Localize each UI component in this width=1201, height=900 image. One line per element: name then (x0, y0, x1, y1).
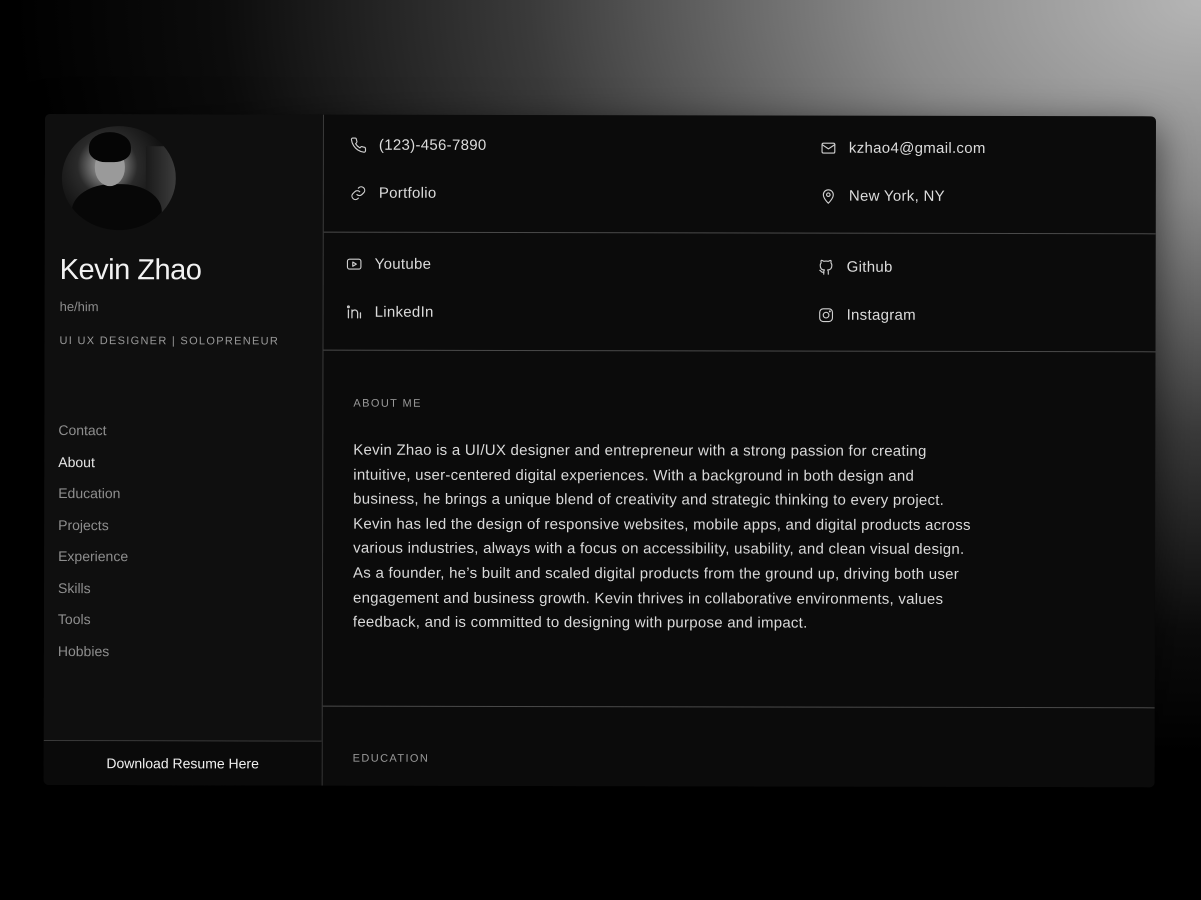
phone-text: (123)-456-7890 (378, 136, 487, 154)
phone-item[interactable]: (123)-456-7890 (350, 137, 487, 154)
portfolio-link[interactable]: Portfolio (350, 185, 437, 202)
sidebar-nav: Contact About Education Projects Experie… (58, 421, 129, 673)
contact-row: (123)-456-7890 kzhao4@gmail.com Portfoli… (323, 114, 1156, 235)
nav-item-education[interactable]: Education (58, 484, 128, 516)
profile-pronouns: he/him (59, 299, 99, 315)
portfolio-text: Portfolio (378, 184, 437, 202)
nav-item-projects[interactable]: Projects (58, 516, 128, 548)
instagram-icon (818, 307, 847, 324)
profile-title: UI UX DESIGNER | SOLOPRENEUR (59, 335, 280, 348)
location-item: New York, NY (820, 188, 945, 205)
download-resume-button[interactable]: Download Resume Here (43, 739, 322, 786)
main-content: (123)-456-7890 kzhao4@gmail.com Portfoli… (322, 114, 1156, 788)
nav-item-hobbies[interactable]: Hobbies (58, 642, 128, 674)
avatar (61, 126, 176, 231)
nav-item-about[interactable]: About (58, 453, 128, 485)
instagram-text: Instagram (846, 306, 917, 324)
about-body: Kevin Zhao is a UI/UX designer and entre… (352, 441, 971, 632)
education-heading: EDUCATION (352, 752, 430, 765)
nav-item-tools[interactable]: Tools (58, 610, 128, 642)
about-heading: ABOUT ME (353, 397, 422, 410)
about-section: ABOUT ME Kevin Zhao is a UI/UX designer … (322, 350, 1156, 709)
location-text: New York, NY (848, 187, 946, 205)
mail-icon (820, 140, 849, 157)
resume-card: Kevin Zhao he/him UI UX DESIGNER | SOLOP… (43, 114, 1156, 788)
linkedin-link[interactable]: LinkedIn (346, 304, 434, 321)
location-pin-icon (820, 188, 849, 205)
sidebar: Kevin Zhao he/him UI UX DESIGNER | SOLOP… (43, 114, 324, 786)
phone-icon (350, 137, 379, 154)
link-icon (350, 185, 379, 202)
nav-item-skills[interactable]: Skills (58, 579, 128, 611)
education-section: EDUCATION (323, 707, 1155, 788)
github-icon (818, 259, 847, 276)
youtube-text: Youtube (374, 255, 432, 273)
email-text: kzhao4@gmail.com (848, 139, 986, 157)
nav-item-experience[interactable]: Experience (58, 547, 128, 579)
email-item[interactable]: kzhao4@gmail.com (820, 140, 986, 157)
youtube-icon (346, 256, 375, 273)
linkedin-text: LinkedIn (374, 303, 434, 321)
nav-item-contact[interactable]: Contact (58, 421, 128, 453)
github-text: Github (846, 258, 893, 276)
youtube-link[interactable]: Youtube (346, 255, 432, 273)
linkedin-icon (346, 304, 375, 321)
profile-name: Kevin Zhao (59, 254, 202, 287)
github-link[interactable]: Github (818, 259, 893, 276)
social-row: Youtube Github LinkedIn Instagram (323, 232, 1156, 353)
instagram-link[interactable]: Instagram (818, 307, 916, 324)
